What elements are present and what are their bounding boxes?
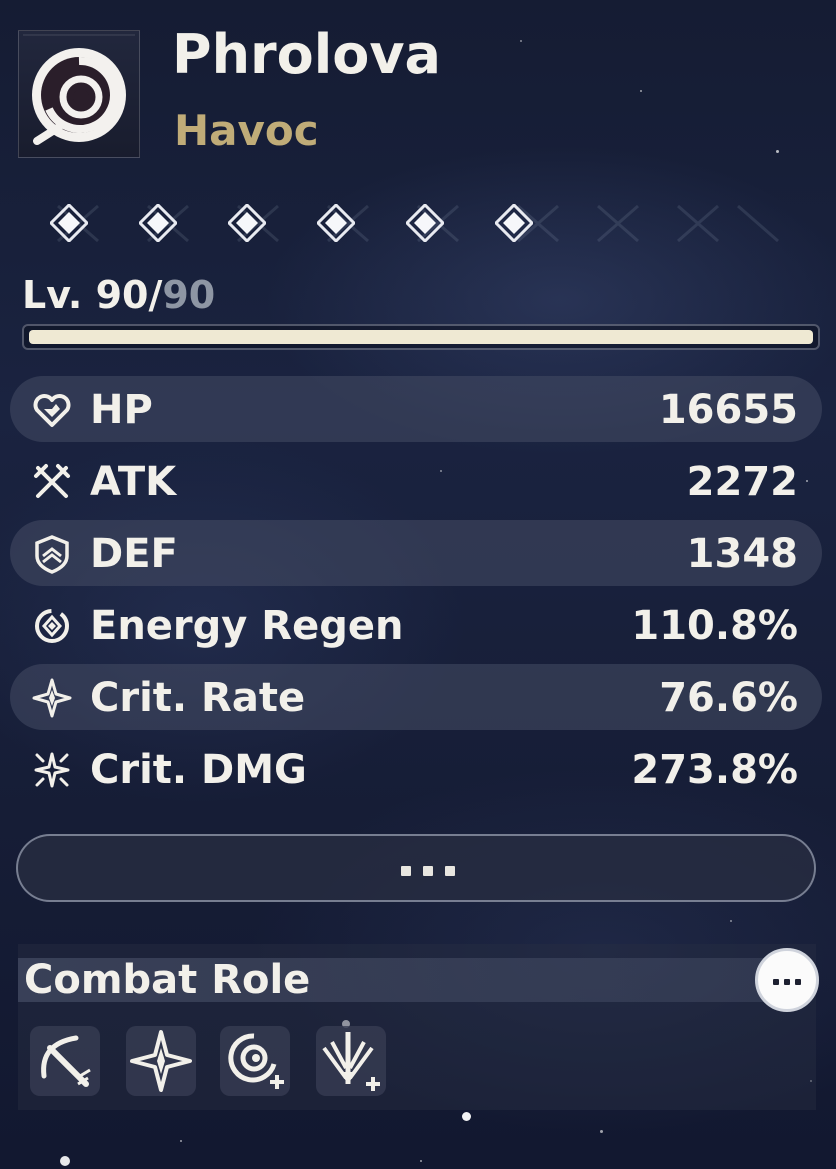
- diamond-icon: [493, 202, 535, 244]
- stat-label: ATK: [90, 459, 177, 505]
- burst-star-icon: [34, 752, 70, 788]
- character-name: Phrolova: [172, 23, 441, 86]
- stat-label: Energy Regen: [90, 603, 404, 649]
- stat-value: 2272: [686, 459, 798, 505]
- level-prefix: Lv.: [22, 273, 96, 317]
- combat-role-more-button[interactable]: [755, 948, 819, 1012]
- diamond-icon: [404, 202, 446, 244]
- stat-row-def: DEF 1348: [10, 520, 822, 586]
- stat-row-atk: ATK 2272: [10, 448, 822, 514]
- diamond-icon: [315, 202, 357, 244]
- level-max: 90: [162, 273, 216, 317]
- sparkle-star-icon[interactable]: [126, 1026, 196, 1096]
- stats-list: HP 16655 ATK 2272 DEF 1348 Energy Regen …: [10, 376, 822, 808]
- four-point-star-icon: [32, 678, 72, 718]
- level-progress-fill: [29, 330, 813, 344]
- stat-value: 110.8%: [631, 603, 798, 649]
- crossed-swords-icon: [34, 464, 70, 498]
- havoc-plus-icon[interactable]: [220, 1026, 290, 1096]
- diamond-icon: [137, 202, 179, 244]
- heart-icon: [33, 394, 71, 427]
- stat-label: HP: [90, 387, 153, 433]
- stat-value: 273.8%: [631, 747, 798, 793]
- diamond-icon: [48, 202, 90, 244]
- stat-label: DEF: [90, 531, 178, 577]
- level-separator: /: [148, 273, 163, 317]
- stat-label: Crit. Rate: [90, 675, 306, 721]
- energy-regen-icon: [35, 609, 69, 643]
- stat-row-hp: HP 16655: [10, 376, 822, 442]
- stat-row-crit-dmg: Crit. DMG 273.8%: [10, 736, 822, 802]
- combat-role-title: Combat Role: [24, 957, 311, 1003]
- element-badge: [18, 30, 140, 158]
- sequence-nodes: [38, 196, 798, 256]
- havoc-swirl-icon: [23, 34, 135, 145]
- level-current: 90: [95, 273, 149, 317]
- more-stats-button[interactable]: [16, 834, 816, 902]
- level-progress-bar: [22, 324, 820, 350]
- stat-row-energy-regen: Energy Regen 110.8%: [10, 592, 822, 658]
- stat-row-crit-rate: Crit. Rate 76.6%: [10, 664, 822, 730]
- level-text: Lv. 90/90: [22, 276, 215, 314]
- stat-value: 76.6%: [659, 675, 798, 721]
- element-name: Havoc: [174, 106, 319, 155]
- stat-value: 16655: [658, 387, 798, 433]
- stat-label: Crit. DMG: [90, 747, 307, 793]
- sword-slash-icon[interactable]: [30, 1026, 100, 1096]
- ellipsis-icon: [401, 866, 461, 878]
- downward-blade-plus-icon[interactable]: [316, 1026, 386, 1096]
- shield-icon: [35, 535, 69, 574]
- diamond-icon: [226, 202, 268, 244]
- stat-value: 1348: [686, 531, 798, 577]
